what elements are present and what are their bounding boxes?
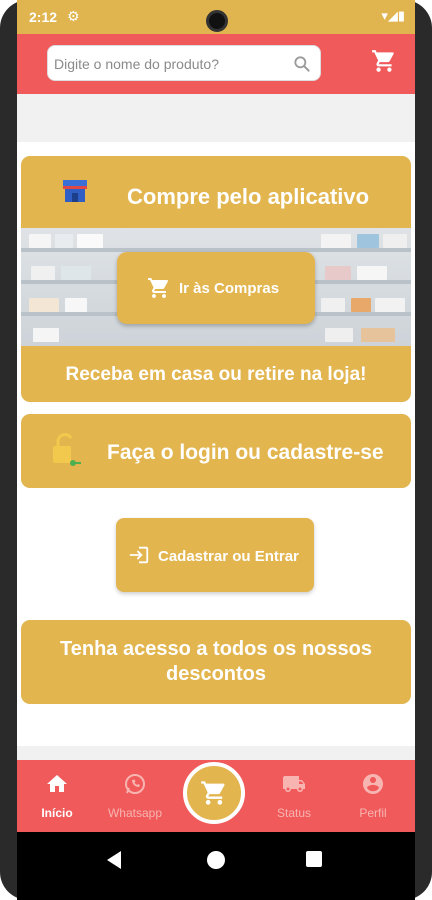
nav-label-perfil: Perfil [359,806,387,820]
product-box [375,298,405,312]
product-box [357,234,379,248]
recent-apps-icon[interactable] [306,851,322,867]
buy-card-header: Compre pelo aplicativo [21,156,411,228]
product-box [55,234,73,248]
pharmacy-banner-image: Ir às Compras [21,228,411,346]
status-bar: 2:12 ⚙ ▾◢▮ [17,0,415,34]
login-card-title: Faça o login ou cadastre-se [107,441,384,464]
cart-icon[interactable] [371,48,397,74]
profile-icon [363,774,383,794]
home-icon [47,775,67,792]
product-box [321,298,345,312]
content-area: Compre pelo aplicativo Ir às Compras Rec… [17,94,415,758]
discount-card: Tenha acesso a todos os nossos descontos [21,620,411,704]
product-box [325,266,351,280]
go-shopping-label: Ir às Compras [179,280,280,297]
nav-label-whatsapp: Whatsapp [107,806,163,820]
register-or-login-button[interactable]: Cadastrar ou Entrar [116,518,314,592]
home-button-icon[interactable] [207,851,225,869]
product-box [65,298,87,312]
truck-icon [283,776,305,792]
store-icon [63,180,87,202]
nav-item-whatsapp[interactable]: Whatsapp [97,760,173,832]
status-indicators: ▾◢▮ [381,8,405,23]
search-box[interactable] [47,45,321,81]
product-box [77,234,103,248]
nav-label-inicio: Início [41,806,73,820]
status-time: 2:12 [29,9,58,25]
product-box [361,328,395,342]
cart-icon [201,781,225,805]
nav-label-status: Status [276,806,312,820]
app-screen: 2:12 ⚙ ▾◢▮ Compre pelo aplica [17,0,415,900]
back-icon[interactable] [105,850,123,870]
nav-item-inicio[interactable]: Início [19,760,95,832]
search-icon[interactable] [292,54,312,74]
search-input[interactable] [54,54,289,74]
register-or-login-label: Cadastrar ou Entrar [158,548,299,565]
product-box [61,266,91,280]
product-box [351,298,371,312]
front-camera [206,10,228,32]
cart-icon [148,278,169,298]
nav-item-status[interactable]: Status [256,760,332,832]
product-box [321,234,351,248]
buy-card-footer: Receba em casa ou retire na loja! [21,346,411,402]
product-box [325,328,353,342]
whatsapp-icon [125,774,145,794]
lock-icon [53,433,81,466]
settings-status-icon: ⚙ [67,8,80,24]
product-box [31,266,55,280]
product-box [29,234,51,248]
product-box [357,266,387,280]
product-box [383,234,407,248]
product-box [33,328,59,342]
buy-card-title: Compre pelo aplicativo [127,184,370,209]
app-header [17,34,415,94]
product-box [29,298,59,312]
discount-text: Tenha acesso a todos os nossos descontos [60,638,372,685]
delivery-text: Receba em casa ou retire na loja! [65,364,367,385]
center-cart-button[interactable] [183,762,245,824]
system-navigation-bar [17,832,415,900]
login-card: Faça o login ou cadastre-se [21,414,411,488]
login-enter-icon [129,546,149,564]
go-shopping-button[interactable]: Ir às Compras [117,252,315,324]
nav-item-perfil[interactable]: Perfil [335,760,411,832]
